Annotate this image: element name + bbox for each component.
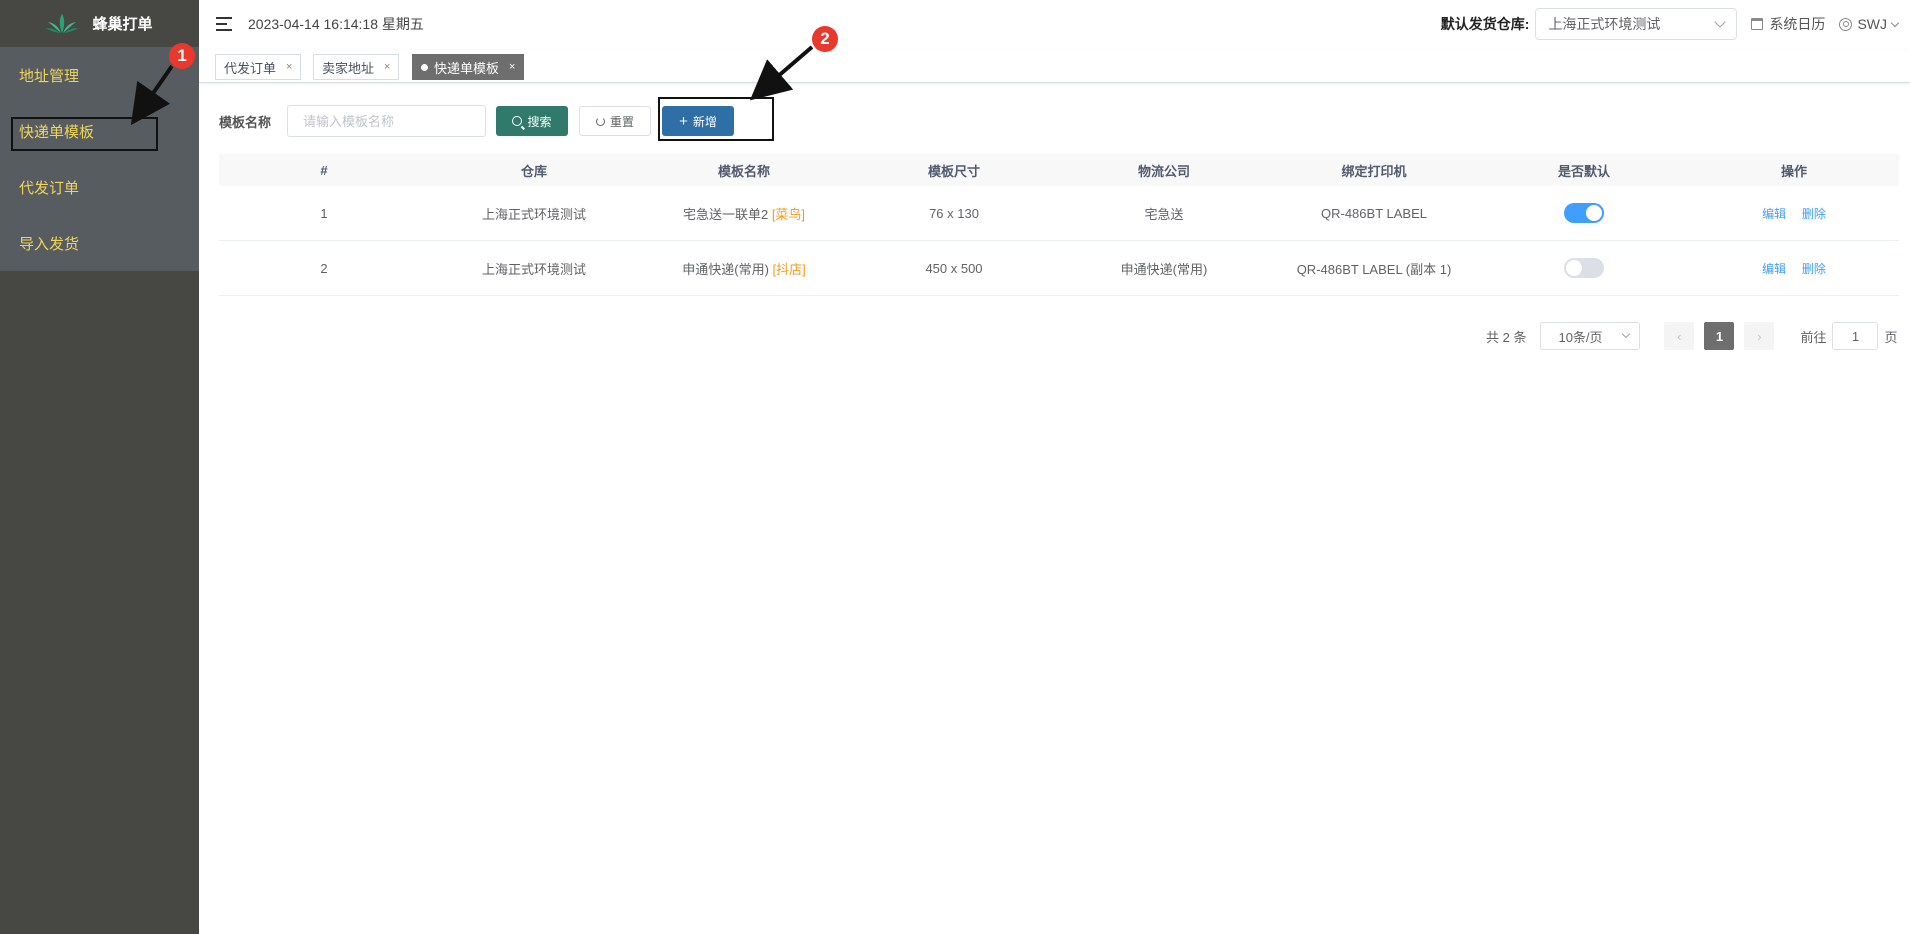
annotation-badge-2: 2 <box>812 26 838 52</box>
annotation-arrows <box>130 45 814 126</box>
arrow-2-icon <box>749 45 814 101</box>
arrow-1-icon <box>130 64 174 126</box>
annotation-badge-1: 1 <box>169 43 195 69</box>
